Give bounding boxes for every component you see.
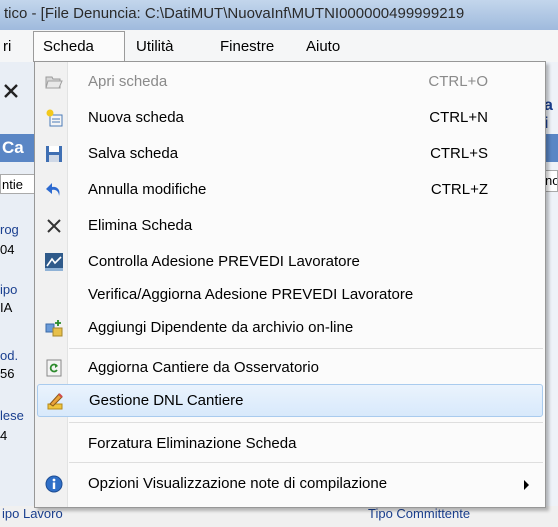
menu-item-label: Forzatura Eliminazione Scheda (88, 435, 297, 452)
value-cod-fragment: 56 (0, 366, 15, 381)
menu-item-aggiungi-dipendente[interactable]: Aggiungi Dipendente da archivio on-line (35, 312, 545, 344)
menu-item-label: Aggiungi Dipendente da archivio on-line (88, 319, 354, 336)
label-tipo-committente: Tipo Committente (368, 506, 471, 521)
menu-item-annulla-modifiche[interactable]: Annulla modifiche CTRL+Z (35, 174, 545, 206)
menu-item-label: Annulla modifiche (88, 181, 207, 198)
menu-aiuto[interactable]: Aiuto (306, 38, 340, 55)
save-disk-icon (45, 145, 63, 163)
menu-item-forzatura-eliminazione[interactable]: Forzatura Eliminazione Scheda (35, 428, 545, 460)
pencil-edit-icon (46, 392, 64, 410)
toolbar-close-icon[interactable] (2, 82, 20, 103)
menu-separator (69, 348, 543, 349)
header-right-fragment: a i (544, 97, 553, 132)
field-right-fragment: nor (545, 173, 557, 188)
label-tipo-fragment: ipo (0, 282, 18, 297)
label-mese-fragment: lese (0, 408, 24, 423)
menu-item-label: Elimina Scheda (88, 217, 193, 234)
menu-item-opzioni-visualizzazione[interactable]: Opzioni Visualizzazione note di compilaz… (35, 468, 545, 500)
menu-item-label: Aggiorna Cantiere da Osservatorio (88, 359, 319, 376)
field-cantiere-fragment: ntie (2, 177, 23, 192)
refresh-icon (45, 359, 63, 377)
add-employee-icon (45, 319, 63, 337)
menu-utilita[interactable]: Utilità (136, 38, 174, 55)
menu-item-verifica-aggiorna-adesione[interactable]: Verifica/Aggiorna Adesione PREVEDI Lavor… (35, 279, 545, 311)
menu-file[interactable]: ri (3, 38, 11, 55)
background-bottom: ipo Lavoro Tipo Committente (0, 506, 558, 527)
section-header-right (544, 134, 558, 162)
menu-item-salva-scheda[interactable]: Salva scheda CTRL+S (35, 138, 545, 170)
menu-item-label: Gestione DNL Cantiere (89, 392, 244, 409)
window-title: tico - [File Denuncia: C:\DatiMUT\NuovaI… (4, 5, 465, 22)
menu-item-controlla-adesione[interactable]: Controlla Adesione PREVEDI Lavoratore (35, 246, 545, 278)
menu-item-label: Opzioni Visualizzazione note di compilaz… (88, 475, 388, 492)
menu-item-label: Nuova scheda (88, 109, 184, 126)
menu-item-aggiorna-cantiere[interactable]: Aggiorna Cantiere da Osservatorio (35, 352, 545, 384)
menu-bar: ri Scheda Utilità Finestre Aiuto (0, 30, 558, 63)
menu-item-apri-scheda[interactable]: Apri scheda CTRL+O (35, 66, 545, 98)
info-icon (45, 475, 63, 493)
menu-item-elimina-scheda[interactable]: Elimina Scheda (35, 210, 545, 242)
menu-finestre[interactable]: Finestre (220, 38, 274, 55)
open-folder-icon (45, 73, 63, 91)
label-cod-fragment: od. (0, 348, 19, 363)
background-right-panel: a i nor (544, 62, 558, 527)
scheda-dropdown-menu: Apri scheda CTRL+O Nuova scheda CTRL+N S… (34, 61, 546, 508)
menu-item-shortcut: CTRL+N (429, 109, 488, 126)
label-tipo-lavoro: ipo Lavoro (2, 506, 63, 521)
menu-item-shortcut: CTRL+Z (430, 181, 488, 198)
menu-separator (69, 422, 543, 423)
menu-item-shortcut: CTRL+S (430, 145, 488, 162)
section-header-left: Ca (2, 138, 24, 157)
menu-item-nuova-scheda[interactable]: Nuova scheda CTRL+N (35, 102, 545, 134)
label-prog-fragment: rog (0, 222, 19, 237)
menu-item-shortcut: CTRL+O (428, 73, 488, 90)
menu-separator (69, 462, 543, 463)
new-document-icon (45, 109, 63, 127)
menu-item-label: Salva scheda (88, 145, 179, 162)
menu-item-label: Controlla Adesione PREVEDI Lavoratore (88, 253, 360, 270)
menu-scheda[interactable]: Scheda (43, 38, 94, 55)
title-bar: tico - [File Denuncia: C:\DatiMUT\NuovaI… (0, 0, 558, 30)
menu-item-label: Apri scheda (88, 73, 168, 90)
chart-icon (45, 253, 63, 271)
delete-x-icon (45, 217, 63, 235)
menu-item-gestione-dnl-cantiere[interactable]: Gestione DNL Cantiere (37, 384, 543, 417)
submenu-arrow-icon (524, 480, 529, 490)
value-tipo-fragment: IA (0, 300, 13, 315)
background-left-panel: Ca ntie rog 04 ipo IA od. 56 lese 4 (0, 62, 36, 527)
menu-item-label: Verifica/Aggiorna Adesione PREVEDI Lavor… (88, 286, 414, 303)
undo-icon (45, 181, 63, 199)
value-mese-fragment: 4 (0, 428, 8, 443)
value-prog-fragment: 04 (0, 242, 15, 257)
